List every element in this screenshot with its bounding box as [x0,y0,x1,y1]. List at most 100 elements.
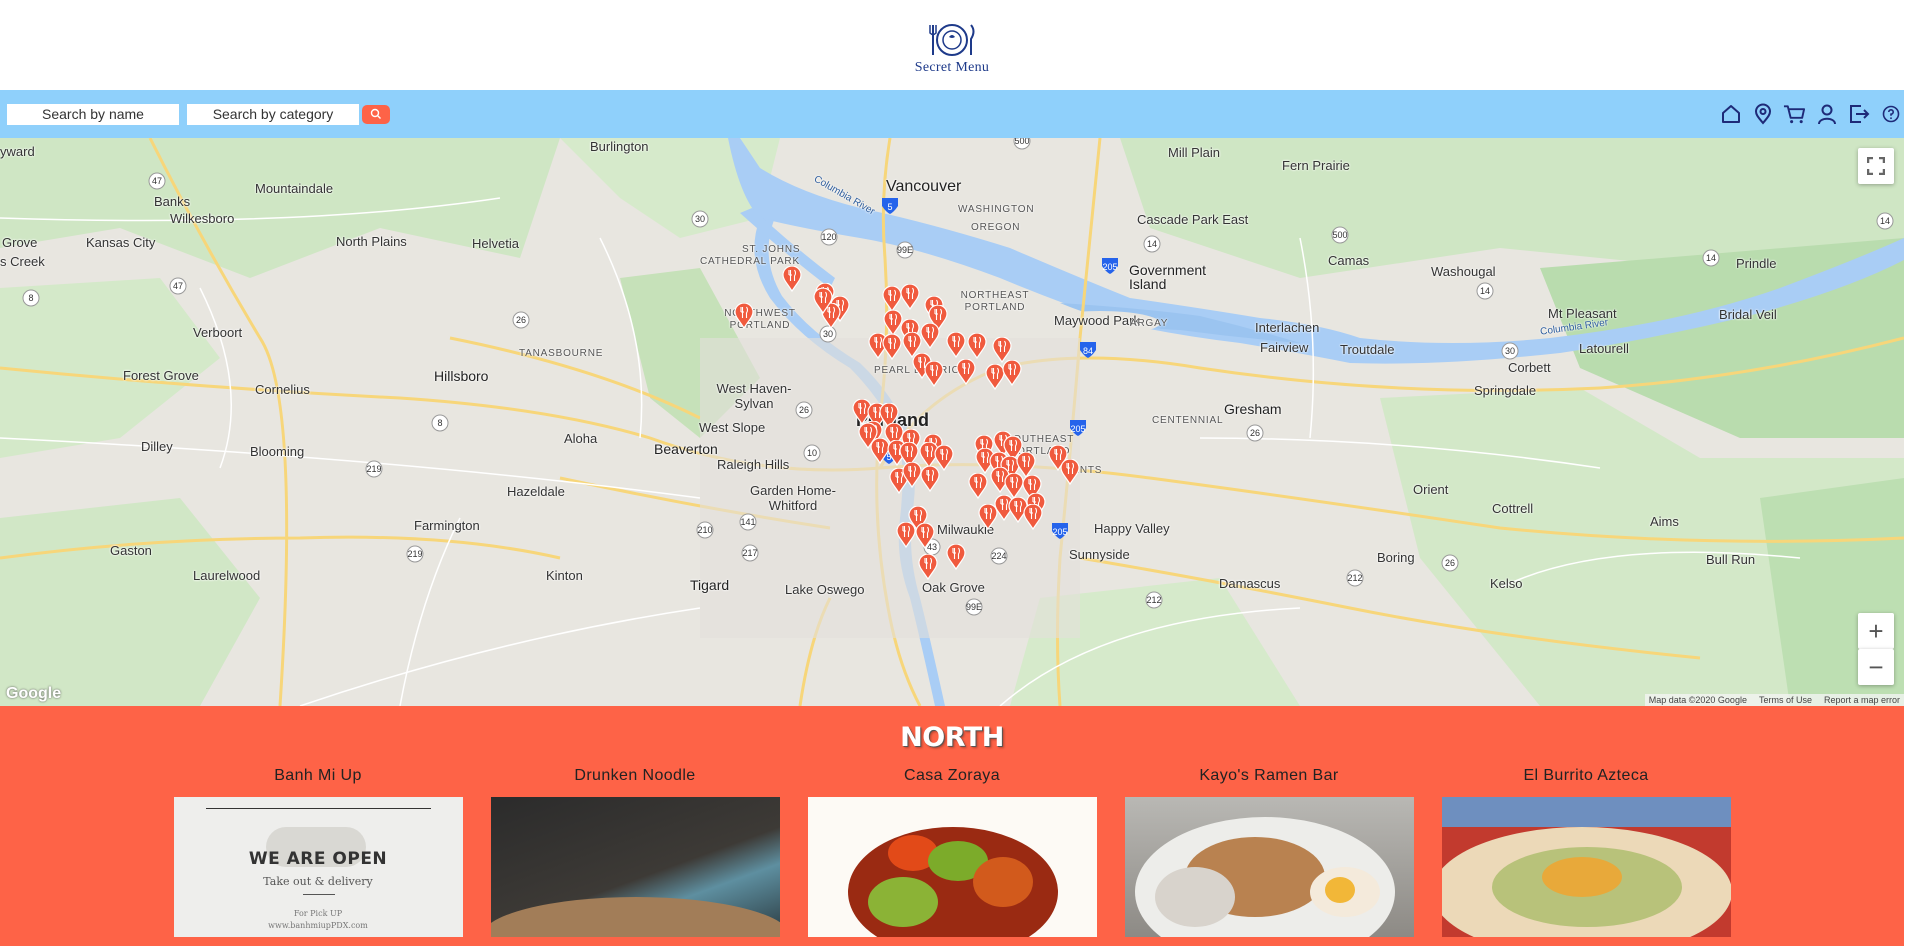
restaurant-card[interactable]: Banh Mi Up WE ARE OPEN Take out & delive… [173,767,463,937]
terms-of-use-link[interactable]: Terms of Use [1759,695,1812,705]
restaurant-pin-icon[interactable] [900,283,920,311]
restaurant-pin-icon[interactable] [882,333,902,361]
map-attribution: Map data ©2020 Google Terms of Use Repor… [1644,694,1904,706]
cart-icon [1783,105,1806,124]
help-button[interactable] [1879,103,1902,126]
fullscreen-button[interactable] [1858,148,1894,184]
restaurant-pin-icon[interactable] [978,503,998,531]
map-label: Burlington [590,139,649,154]
svg-text:212: 212 [1347,573,1362,583]
map-label: North Plains [336,234,407,249]
restaurant-pin-icon[interactable] [902,461,922,489]
search-button[interactable] [362,104,390,124]
image-headline: WE ARE OPEN [248,849,388,869]
image-small-text: For Pick UP [293,909,343,918]
search-bar [0,90,1904,138]
restaurant-pin-icon[interactable] [918,553,938,581]
map-label: ST. JOHNS [742,244,801,255]
region-section: NORTH Banh Mi Up WE ARE OPEN Take out & … [0,706,1904,946]
restaurant-pin-icon[interactable] [920,322,940,350]
map-button[interactable] [1751,103,1774,126]
map-label: Damascus [1219,576,1281,591]
report-map-error-link[interactable]: Report a map error [1824,695,1900,705]
image-subline: Take out & delivery [263,875,373,888]
restaurant-pin-icon[interactable] [946,331,966,359]
restaurant-pin-icon[interactable] [924,360,944,388]
svg-text:210: 210 [697,525,712,535]
nav-icons [1719,90,1904,138]
restaurant-image [1124,797,1414,937]
region-title: NORTH [900,722,1004,753]
svg-text:212: 212 [1146,595,1161,605]
svg-text:30: 30 [823,329,833,339]
home-button[interactable] [1719,103,1742,126]
restaurant-card[interactable]: Casa Zoraya [807,767,1097,937]
map-label: Gaston [110,543,152,558]
map-label: Mountaindale [255,181,334,196]
cart-button[interactable] [1783,103,1806,126]
map-label: Oak Grove [922,580,985,595]
restaurant-card[interactable]: Drunken Noodle [490,767,780,937]
restaurant-pin-icon[interactable] [896,521,916,549]
restaurant-pin-icon[interactable] [1002,359,1022,387]
restaurant-pin-icon[interactable] [1023,503,1043,531]
svg-text:26: 26 [1250,428,1260,438]
restaurant-pin-icon[interactable] [734,302,754,330]
search-by-category-input[interactable] [187,103,359,125]
logout-icon [1849,105,1869,123]
restaurant-pin-icon[interactable] [967,332,987,360]
map-label: Bridal Veil [1719,307,1777,322]
logout-button[interactable] [1847,103,1870,126]
map-label: Happy Valley [1094,521,1170,536]
map-label: Laurelwood [193,568,261,583]
restaurant-pin-icon[interactable] [946,543,966,571]
map-label: Cascade Park East [1137,212,1249,227]
search-icon [370,108,381,119]
restaurant-name: Banh Mi Up [274,767,362,784]
svg-text:205: 205 [1052,527,1067,537]
map-label: Tigard [690,577,730,593]
map-label: OREGON [971,222,1021,233]
restaurant-cards: Banh Mi Up WE ARE OPEN Take out & delive… [0,767,1904,937]
svg-text:47: 47 [173,281,183,291]
svg-text:30: 30 [695,214,705,224]
brand-header: Secret Menu [0,0,1904,90]
svg-text:141: 141 [740,517,755,527]
map-label: Helvetia [472,236,519,251]
svg-text:99E: 99E [897,245,913,255]
map[interactable]: 47 47 8 30 120 99E 5 26 30 26 8 10 219 2… [0,138,1904,706]
restaurant-pin-icon[interactable] [956,358,976,386]
map-label: Kinton [546,568,583,583]
svg-text:47: 47 [152,176,162,186]
svg-text:5: 5 [887,202,892,212]
brand-name: Secret Menu [914,59,990,75]
restaurant-card[interactable]: El Burrito Azteca [1441,767,1731,937]
restaurant-pin-icon[interactable] [782,265,802,293]
svg-text:26: 26 [516,315,526,325]
map-label: West Haven-Sylvan [716,381,792,411]
zoom-in-button[interactable]: + [1858,613,1894,649]
zoom-out-button[interactable]: − [1858,649,1894,685]
help-icon [1882,105,1899,123]
restaurant-card[interactable]: Kayo's Ramen Bar [1124,767,1414,937]
restaurant-pin-icon[interactable] [920,465,940,493]
page: Secret Menu Search by name Search by cat… [0,0,1904,946]
fullscreen-icon [1867,157,1885,175]
map-label: Cornelius [255,382,310,397]
map-label: Kansas City [86,235,156,250]
map-label: Raleigh Hills [717,457,790,472]
svg-text:205: 205 [1070,424,1085,434]
restaurant-pin-icon[interactable] [882,285,902,313]
profile-button[interactable] [1815,103,1838,126]
map-label: Sunnyside [1069,547,1130,562]
restaurant-pin-icon[interactable] [813,287,833,315]
map-label: ARGAY [1130,318,1169,329]
map-label: Garden Home-Whitford [750,483,836,513]
restaurant-pin-icon[interactable] [968,472,988,500]
search-by-name-input[interactable] [7,103,179,125]
restaurant-pin-icon[interactable] [915,522,935,550]
logo-icon[interactable] [925,19,979,59]
restaurant-image [807,797,1097,937]
svg-text:8: 8 [437,418,442,428]
restaurant-pin-icon[interactable] [1060,458,1080,486]
